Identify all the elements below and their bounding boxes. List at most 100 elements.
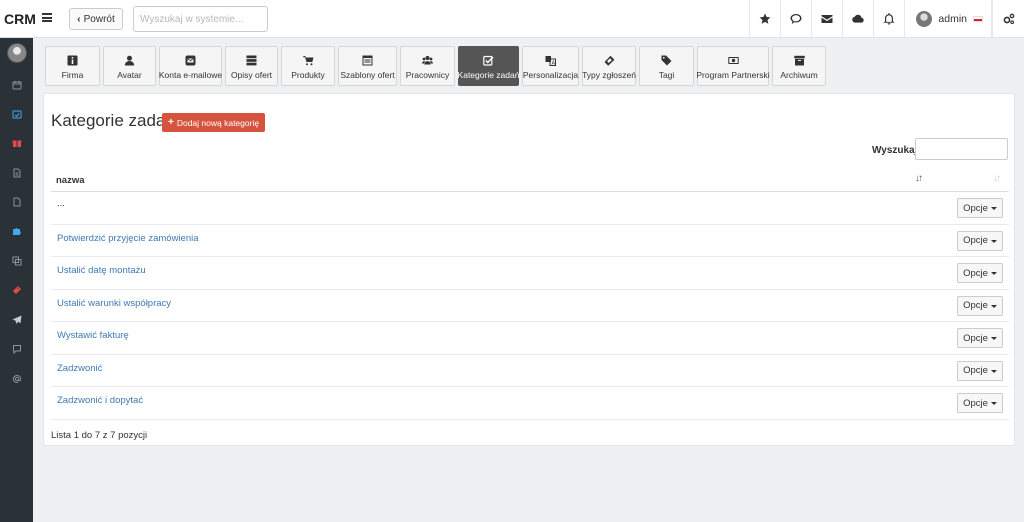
top-bar-actions: admin bbox=[749, 0, 1024, 38]
gears-icon bbox=[1003, 13, 1014, 25]
global-search-input[interactable] bbox=[133, 6, 268, 32]
messages-button[interactable] bbox=[780, 0, 811, 38]
settings-tabs: Firma Avatar Konta e-mailowe Opisy ofert… bbox=[45, 46, 826, 86]
tab-konta-email[interactable]: Konta e-mailowe bbox=[159, 46, 222, 86]
sidebar-item-calendar[interactable] bbox=[0, 78, 33, 92]
table-row: Zadzwonić i dopytać Opcje bbox=[51, 387, 1009, 420]
add-category-button[interactable]: + Dodaj nową kategorię bbox=[162, 113, 266, 132]
options-label: Opcje bbox=[963, 300, 988, 311]
sidebar-avatar[interactable] bbox=[7, 43, 27, 63]
tab-opisy-ofert[interactable]: Opisy ofert bbox=[225, 46, 278, 86]
money-icon bbox=[727, 56, 739, 64]
tab-label: Pracownicy bbox=[405, 69, 450, 80]
tab-tagi[interactable]: Tagi bbox=[639, 46, 694, 86]
tab-avatar[interactable]: Avatar bbox=[103, 46, 156, 86]
users-icon bbox=[422, 55, 433, 64]
category-name[interactable]: Ustalić datę montażu bbox=[57, 265, 146, 276]
sidebar-item-gifts[interactable] bbox=[0, 136, 33, 150]
column-header-name[interactable]: nazwa bbox=[56, 175, 85, 186]
tab-label: Typy zgłoszeń bbox=[582, 69, 636, 80]
mail-button[interactable] bbox=[811, 0, 842, 38]
sidebar-item-copies[interactable] bbox=[0, 254, 33, 268]
cart-icon bbox=[302, 55, 313, 65]
table-header: nazwa ↓↑ ↓↑ bbox=[51, 168, 1009, 192]
brand-logo[interactable]: CRM bbox=[4, 11, 36, 27]
sort-icon[interactable]: ↓↑ bbox=[993, 173, 1001, 184]
tab-label: Szablony ofert bbox=[340, 69, 395, 80]
sort-asc-icon[interactable]: ↓↑ bbox=[915, 173, 923, 184]
caret-down-icon bbox=[990, 207, 997, 210]
tab-label: Kategorie zadań bbox=[457, 69, 520, 80]
sidebar-item-email[interactable] bbox=[0, 372, 33, 386]
sidebar-item-files[interactable] bbox=[0, 195, 33, 209]
document-icon bbox=[13, 168, 20, 178]
cloud-button[interactable] bbox=[842, 0, 873, 38]
user-menu[interactable]: admin bbox=[904, 0, 992, 38]
options-dropdown-button[interactable]: Opcje bbox=[957, 230, 1003, 251]
categories-table: ... Opcje Potwierdzić przyjęcie zamówien… bbox=[51, 192, 1009, 420]
tab-pracownicy[interactable]: Pracownicy bbox=[400, 46, 455, 86]
category-name[interactable]: Ustalić warunki współpracy bbox=[57, 298, 171, 309]
options-dropdown-button[interactable]: Opcje bbox=[957, 328, 1003, 348]
at-icon bbox=[12, 374, 21, 383]
info-icon bbox=[67, 55, 78, 65]
caret-down-icon bbox=[990, 402, 997, 405]
options-dropdown-button[interactable]: Opcje bbox=[957, 198, 1003, 218]
tab-typy-zgloszen[interactable]: Typy zgłoszeń bbox=[582, 46, 636, 86]
tab-program-partnerski[interactable]: Program Partnerski bbox=[696, 46, 770, 86]
content-panel: Kategorie zadań + Dodaj nową kategorię W… bbox=[43, 93, 1015, 446]
calendar-check-icon bbox=[12, 110, 21, 119]
options-label: Opcje bbox=[963, 202, 988, 214]
caret-down-icon bbox=[990, 272, 997, 275]
category-name[interactable]: Potwierdzić przyjęcie zamówienia bbox=[57, 233, 199, 244]
tab-produkty[interactable]: Produkty bbox=[281, 46, 335, 86]
user-icon bbox=[124, 55, 135, 65]
tab-kategorie-zadan[interactable]: Kategorie zadań bbox=[458, 46, 519, 86]
category-name[interactable]: Zadzwonić bbox=[57, 363, 102, 374]
menu-toggle-icon[interactable] bbox=[42, 13, 52, 22]
back-button[interactable]: ‹ Powrót bbox=[69, 8, 123, 30]
star-icon bbox=[759, 13, 771, 24]
sidebar bbox=[0, 38, 33, 522]
caret-down-icon bbox=[990, 304, 997, 308]
table-search-input[interactable] bbox=[915, 138, 1008, 160]
file-icon bbox=[13, 197, 20, 207]
options-dropdown-button[interactable]: Opcje bbox=[957, 263, 1003, 283]
caret-down-icon bbox=[990, 337, 997, 340]
settings-button[interactable] bbox=[992, 0, 1024, 38]
category-name[interactable]: Wystawić fakturę bbox=[57, 330, 129, 341]
sidebar-item-tickets[interactable] bbox=[0, 283, 33, 297]
puzzle-icon bbox=[12, 228, 21, 235]
options-label: Opcje bbox=[963, 235, 988, 246]
sidebar-item-documents[interactable] bbox=[0, 166, 33, 180]
options-dropdown-button[interactable]: Opcje bbox=[957, 360, 1003, 381]
calendar-icon bbox=[12, 81, 21, 90]
sidebar-item-modules[interactable] bbox=[0, 224, 33, 238]
language-flag-icon[interactable] bbox=[973, 16, 983, 22]
tab-archiwum[interactable]: Archiwum bbox=[772, 46, 826, 86]
tab-szablony-ofert[interactable]: Szablony ofert bbox=[338, 46, 397, 86]
options-dropdown-button[interactable]: Opcje bbox=[957, 295, 1003, 316]
tab-personalizacja[interactable]: A Personalizacja bbox=[522, 46, 579, 86]
chevron-left-icon: ‹ bbox=[77, 13, 81, 25]
options-label: Opcje bbox=[963, 332, 988, 344]
options-dropdown-button[interactable]: Opcje bbox=[957, 393, 1003, 413]
tab-label: Firma bbox=[61, 69, 84, 80]
sidebar-item-campaigns[interactable] bbox=[0, 313, 33, 327]
archive-icon bbox=[793, 55, 805, 65]
tab-label: Tagi bbox=[658, 69, 675, 80]
category-name[interactable]: Zadzwonić i dopytać bbox=[57, 395, 143, 406]
options-label: Opcje bbox=[963, 267, 988, 279]
bell-icon bbox=[884, 13, 895, 25]
ticket-icon bbox=[12, 286, 21, 294]
chat-square-icon bbox=[12, 345, 21, 354]
sidebar-item-chat[interactable] bbox=[0, 342, 33, 356]
tab-label: Avatar bbox=[117, 69, 142, 80]
sidebar-item-tasks[interactable] bbox=[0, 107, 33, 121]
paper-plane-icon bbox=[12, 315, 21, 324]
tab-label: Archiwum bbox=[780, 69, 818, 80]
category-name[interactable]: ... bbox=[57, 198, 65, 209]
tab-firma[interactable]: Firma bbox=[45, 46, 100, 86]
favorites-button[interactable] bbox=[749, 0, 780, 38]
notifications-button[interactable] bbox=[873, 0, 904, 38]
